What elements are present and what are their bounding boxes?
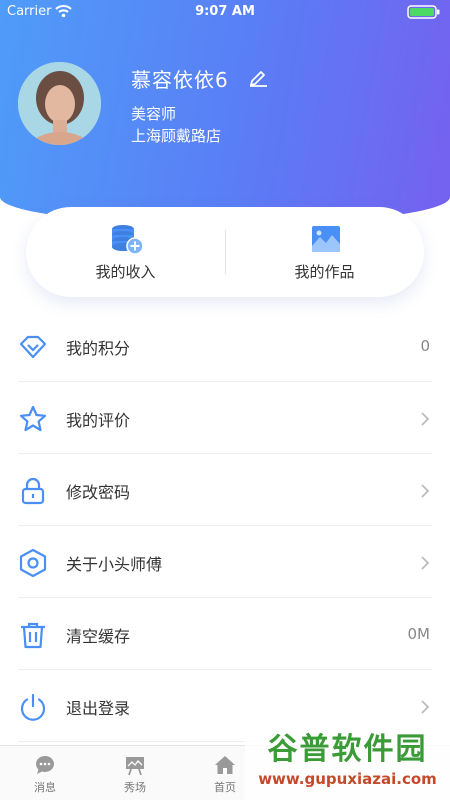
works-label: 我的作品 — [294, 263, 355, 281]
status-bar: Carrier 9:07 AM — [0, 0, 450, 24]
income-button[interactable]: 我的收入 — [26, 207, 225, 297]
tab-label: 秀场 — [124, 781, 146, 794]
user-role: 美容师 — [131, 105, 177, 123]
status-time: 9:07 AM — [195, 4, 255, 19]
menu-item-label: 退出登录 — [66, 699, 131, 718]
points-value: 0 — [420, 337, 430, 355]
avatar-portrait-icon — [18, 62, 101, 145]
tab-showcase[interactable]: 秀场 — [90, 746, 180, 800]
chevron-right-icon — [421, 700, 430, 714]
menu-item-reviews[interactable]: 我的评价 — [0, 382, 450, 454]
power-icon — [20, 693, 46, 721]
menu-item-label: 我的积分 — [66, 339, 131, 358]
watermark-title: 谷普软件园 — [267, 732, 428, 767]
hexagon-icon — [19, 548, 47, 578]
chevron-right-icon — [421, 412, 430, 426]
easel-icon — [126, 757, 144, 776]
menu-item-label: 清空缓存 — [66, 627, 131, 646]
menu-item-clear-cache[interactable]: 清空缓存 0M — [0, 598, 450, 670]
watermark-url: www.gupuxiazai.com — [258, 770, 437, 788]
menu-item-label: 关于小头师傅 — [66, 555, 163, 574]
trash-icon — [21, 622, 45, 649]
settings-menu: 我的积分 0 我的评价 修改密码 关于小头师傅 清空缓存 0M 退出登录 — [0, 310, 450, 742]
avatar[interactable] — [18, 62, 101, 145]
coins-plus-icon — [112, 225, 144, 255]
user-name: 慕容依依6 — [131, 68, 229, 92]
chevron-right-icon — [421, 484, 430, 498]
menu-item-about[interactable]: 关于小头师傅 — [0, 526, 450, 598]
lock-icon — [21, 477, 45, 505]
tab-label: 消息 — [34, 781, 56, 794]
quick-actions-card: 我的收入 我的作品 — [26, 207, 424, 297]
menu-item-label: 我的评价 — [66, 411, 131, 430]
chevron-right-icon — [421, 556, 430, 570]
diamond-icon — [19, 335, 47, 359]
tab-messages[interactable]: 消息 — [0, 746, 90, 800]
income-label: 我的收入 — [95, 263, 156, 281]
battery-icon — [407, 5, 440, 19]
picture-icon — [312, 226, 340, 252]
chat-bubble-icon — [35, 755, 54, 774]
edit-pencil-icon[interactable] — [248, 67, 268, 87]
works-button[interactable]: 我的作品 — [225, 207, 424, 297]
menu-item-change-password[interactable]: 修改密码 — [0, 454, 450, 526]
cache-size-value: 0M — [407, 625, 431, 643]
user-store: 上海顾戴路店 — [131, 127, 222, 145]
home-icon — [215, 756, 235, 774]
menu-item-points[interactable]: 我的积分 0 — [0, 310, 450, 382]
watermark: 谷普软件园 www.gupuxiazai.com — [245, 730, 450, 800]
star-icon — [19, 405, 47, 432]
menu-item-label: 修改密码 — [66, 483, 131, 502]
